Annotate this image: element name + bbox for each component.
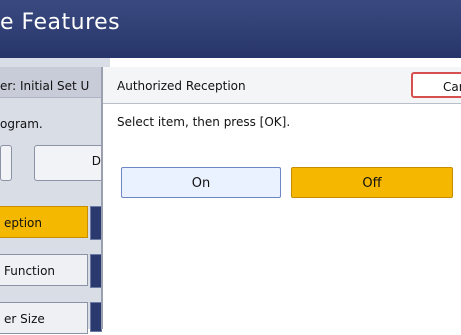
background-menu-label: er Size xyxy=(4,312,45,326)
option-off-label: Off xyxy=(362,176,382,191)
instruction-text: Select item, then press [OK]. xyxy=(117,115,291,129)
option-on-label: On xyxy=(191,176,211,191)
background-button-d[interactable]: D xyxy=(34,145,110,181)
background-button-d-label: D xyxy=(91,154,101,168)
cancel-button[interactable]: Car xyxy=(411,72,461,98)
background-program-text: ogram. xyxy=(0,117,43,131)
cancel-button-label: Car xyxy=(443,80,461,94)
background-panel xyxy=(0,58,110,329)
dialog-header: Authorized Reception Car xyxy=(103,67,461,104)
title-bar: e Features xyxy=(0,0,461,58)
background-button-left[interactable] xyxy=(0,145,12,181)
background-menu-label: Function xyxy=(4,264,56,278)
background-menu-label: eption xyxy=(4,216,42,230)
background-menu-item-reception[interactable]: eption xyxy=(0,206,88,238)
background-tab-label: er: Initial Set U xyxy=(0,79,90,93)
option-off-button[interactable]: Off xyxy=(291,167,453,198)
window-title: e Features xyxy=(0,10,121,35)
background-menu-item-size[interactable]: er Size xyxy=(0,302,88,334)
background-menu-item-function[interactable]: Function xyxy=(0,254,88,286)
option-on-button[interactable]: On xyxy=(121,167,281,198)
authorized-reception-dialog: Authorized Reception Car Select item, th… xyxy=(101,67,461,329)
dialog-title: Authorized Reception xyxy=(117,79,246,93)
